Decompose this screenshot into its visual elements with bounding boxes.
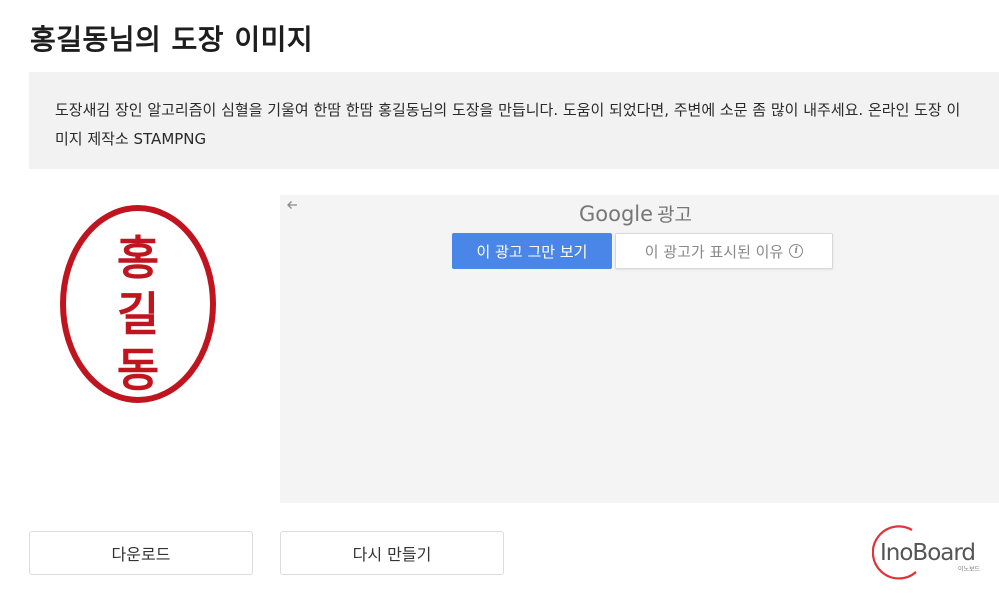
stamp-char-1: 홍 bbox=[117, 231, 159, 285]
remake-button[interactable]: 다시 만들기 bbox=[280, 531, 504, 575]
ad-frame: Google 광고 이 광고 그만 보기 이 광고가 표시된 이유 i bbox=[280, 195, 999, 503]
stamp-char-2: 길 bbox=[117, 287, 159, 341]
stop-ad-button[interactable]: 이 광고 그만 보기 bbox=[452, 233, 612, 269]
page-title: 홍길동님의 도장 이미지 bbox=[30, 23, 314, 56]
logo-subtext: 이노보드 bbox=[958, 565, 981, 573]
ad-title: Google 광고 bbox=[579, 200, 692, 229]
ad-label: 광고 bbox=[657, 204, 693, 226]
info-icon: i bbox=[789, 244, 804, 258]
remake-label: 다시 만들기 bbox=[352, 545, 432, 564]
inoboard-logo[interactable]: InoBoard 이노보드 bbox=[872, 520, 987, 580]
download-label: 다운로드 bbox=[111, 545, 171, 564]
why-ad-button[interactable]: 이 광고가 표시된 이유 i bbox=[615, 233, 833, 269]
description-box: 도장새김 장인 알고리즘이 심혈을 기울여 한땀 한땀 홍길동님의 도장을 만듭… bbox=[29, 72, 999, 169]
back-arrow-icon[interactable] bbox=[286, 197, 298, 217]
stamp-svg: 홍 길 동 bbox=[60, 205, 216, 403]
logo-text: InoBoard bbox=[880, 540, 975, 566]
download-button[interactable]: 다운로드 bbox=[29, 531, 253, 575]
stop-ad-label: 이 광고 그만 보기 bbox=[476, 242, 588, 261]
stamp-char-3: 동 bbox=[117, 343, 159, 397]
description-text: 도장새김 장인 알고리즘이 심혈을 기울여 한땀 한땀 홍길동님의 도장을 만듭… bbox=[55, 101, 961, 148]
why-ad-label: 이 광고가 표시된 이유 bbox=[644, 242, 784, 261]
ad-brand: Google bbox=[579, 202, 654, 226]
stamp-image: 홍 길 동 bbox=[58, 200, 222, 410]
